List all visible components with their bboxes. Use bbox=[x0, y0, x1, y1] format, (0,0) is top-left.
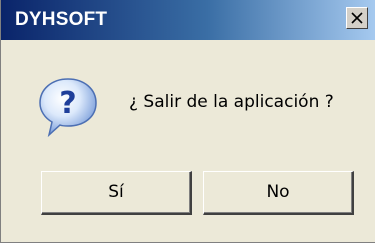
question-icon: ? bbox=[39, 78, 97, 138]
close-button[interactable] bbox=[346, 7, 368, 29]
close-icon bbox=[351, 12, 363, 24]
dialog-window: DYHSOFT ? ¿ Salir de la aplicación ? Sí … bbox=[0, 0, 375, 243]
window-title: DYHSOFT bbox=[15, 9, 108, 30]
dialog-message: ¿ Salir de la aplicación ? bbox=[129, 92, 334, 112]
yes-button[interactable]: Sí bbox=[41, 171, 192, 215]
svg-text:?: ? bbox=[59, 86, 76, 121]
title-bar[interactable]: DYHSOFT bbox=[1, 0, 375, 40]
no-button[interactable]: No bbox=[203, 171, 354, 215]
